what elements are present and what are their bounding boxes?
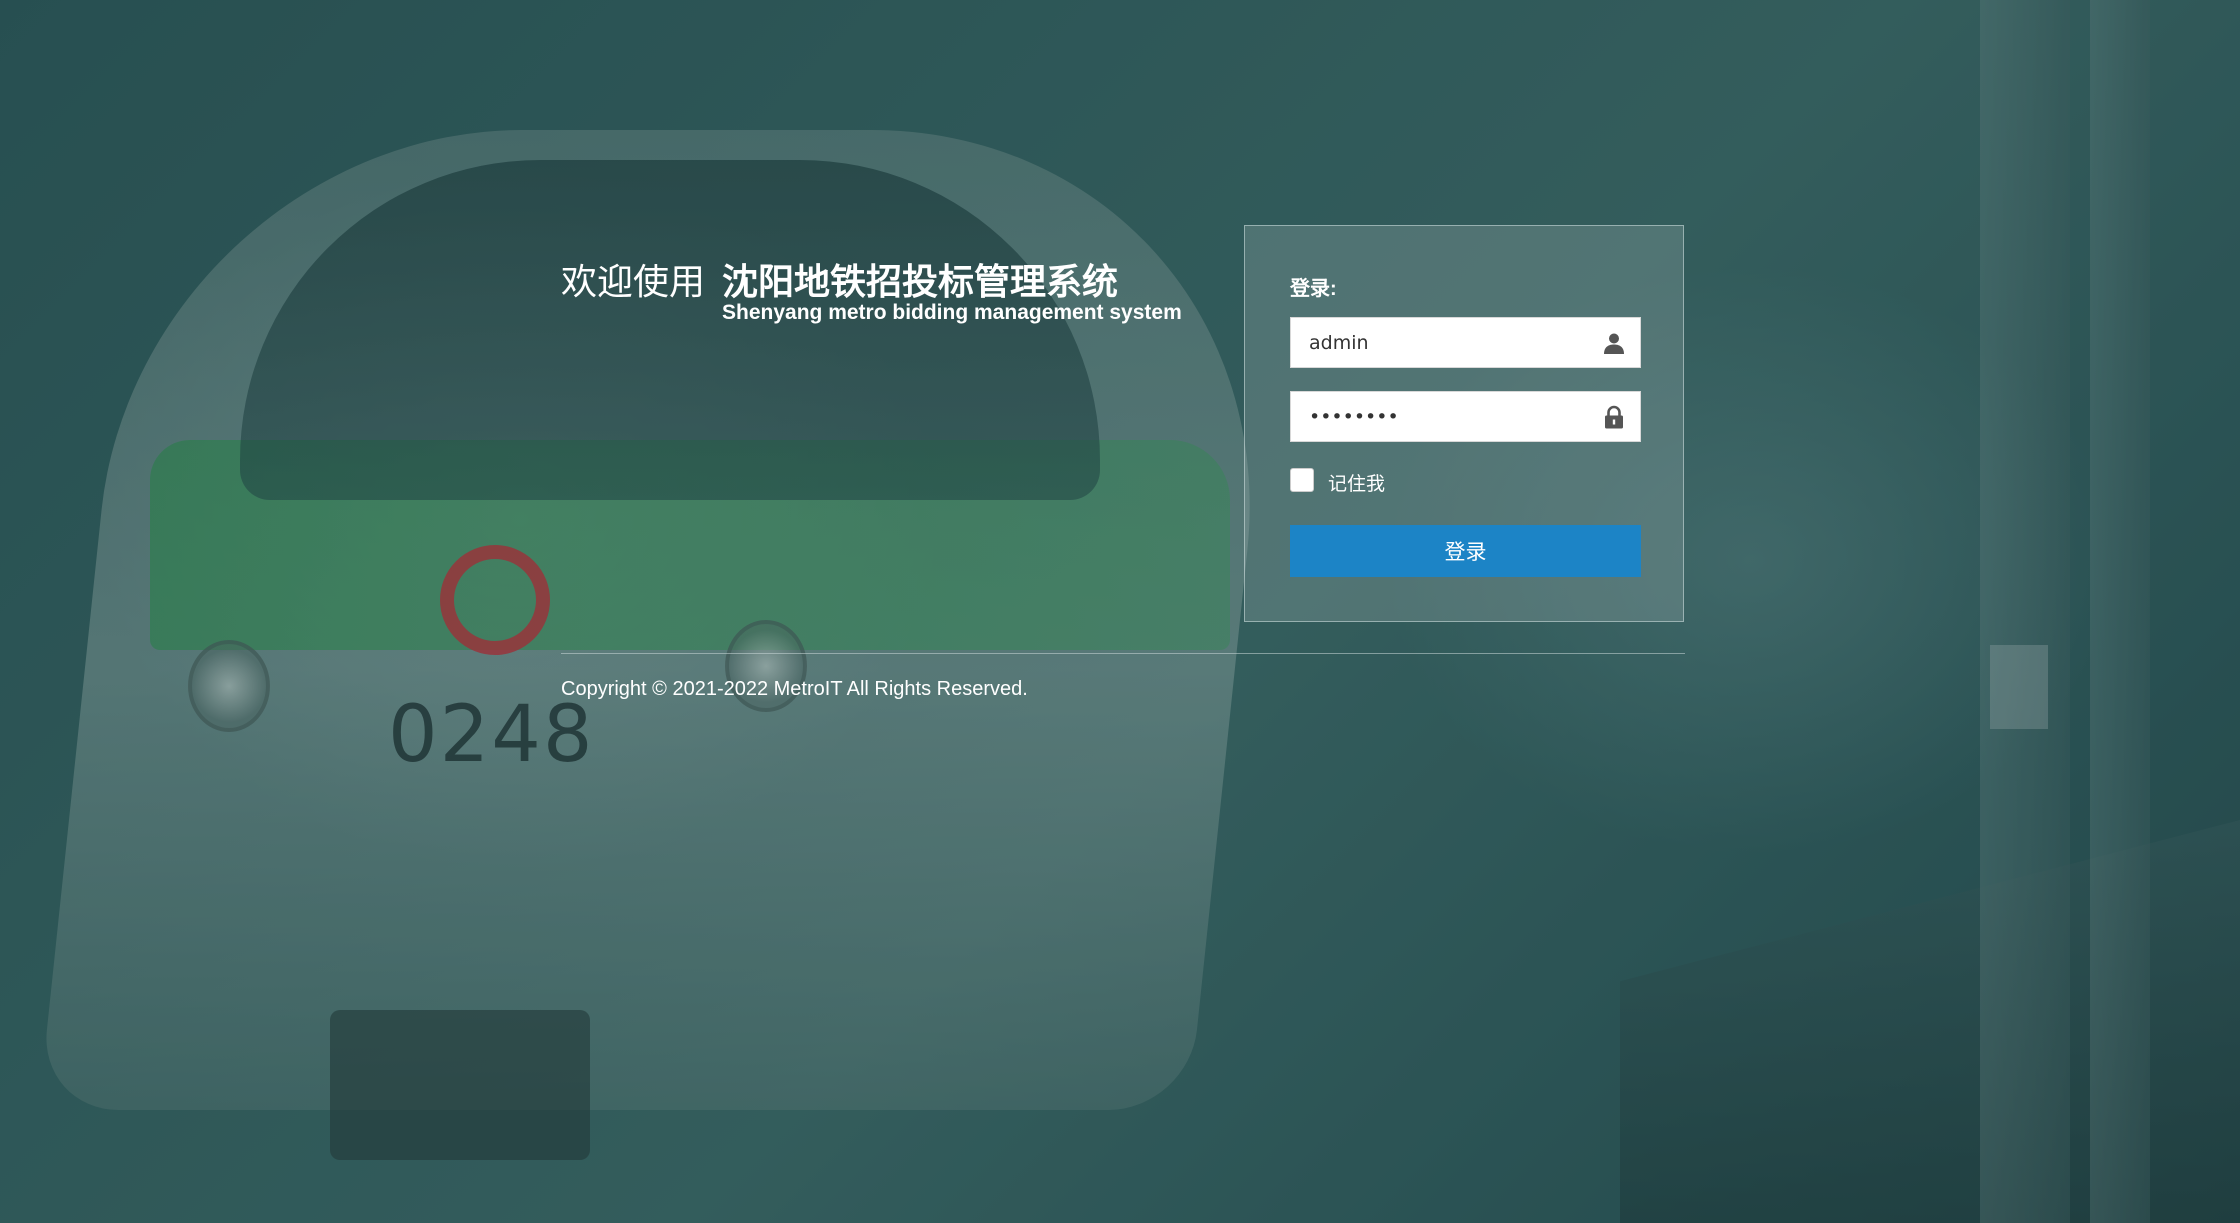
login-panel: 登录: 记住我 登录 xyxy=(1244,225,1684,622)
remember-me-checkbox[interactable] xyxy=(1290,468,1314,492)
password-input[interactable] xyxy=(1291,392,1609,441)
user-icon xyxy=(1602,331,1626,355)
username-field[interactable] xyxy=(1290,317,1641,368)
welcome-prefix: 欢迎使用 xyxy=(561,261,706,302)
login-heading: 登录: xyxy=(1290,278,1337,300)
lock-icon xyxy=(1602,405,1626,429)
login-button[interactable]: 登录 xyxy=(1290,525,1641,577)
divider xyxy=(561,653,1685,654)
system-subtitle: Shenyang metro bidding management system xyxy=(722,301,1182,324)
background-overlay xyxy=(0,0,2240,1223)
system-title: 沈阳地铁招投标管理系统 xyxy=(722,261,1119,302)
copyright-text: Copyright © 2021-2022 MetroIT All Rights… xyxy=(561,678,1028,700)
background-photo: 0248 xyxy=(0,0,2240,1223)
remember-me-label: 记住我 xyxy=(1328,474,1386,495)
password-field[interactable] xyxy=(1290,391,1641,442)
username-input[interactable] xyxy=(1291,318,1609,367)
